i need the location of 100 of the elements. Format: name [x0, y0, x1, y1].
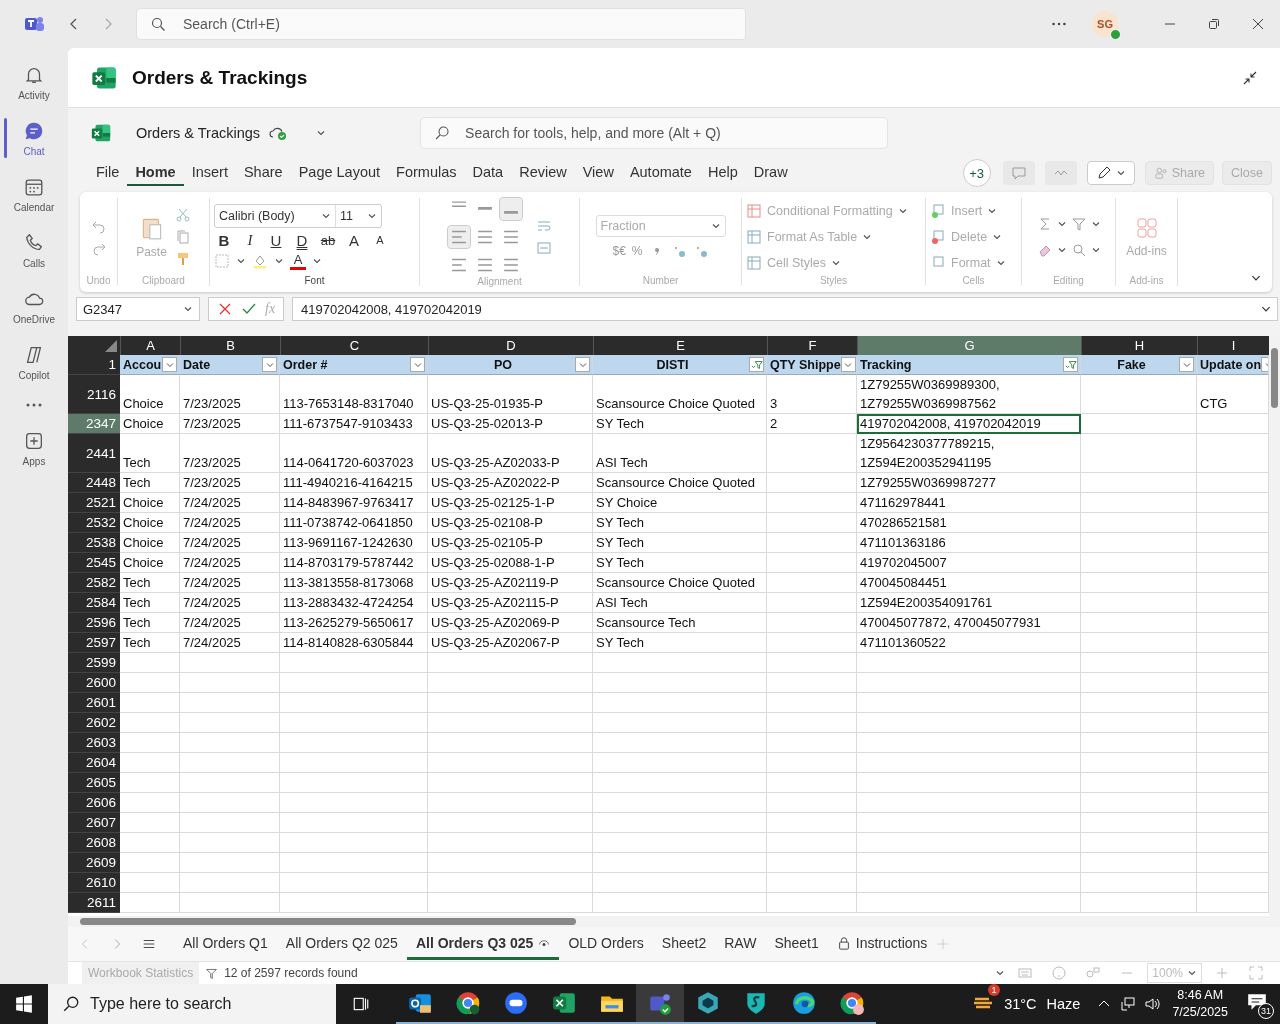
row-number[interactable]: 2441 [68, 434, 120, 473]
alignment-icon[interactable] [499, 198, 522, 220]
restore-icon[interactable] [1206, 16, 1222, 32]
sheet-tab[interactable]: Sheet2 [652, 928, 716, 960]
select-all-icon[interactable] [105, 340, 117, 352]
menu-tab[interactable]: Automate [621, 160, 700, 186]
row-number[interactable]: 2596 [68, 613, 120, 633]
row-number[interactable]: 2532 [68, 513, 120, 533]
more-apps-icon[interactable] [24, 402, 44, 408]
fill-color-icon[interactable] [252, 253, 268, 269]
menu-icon[interactable] [142, 937, 156, 951]
sheet-tab[interactable]: Instructions [827, 928, 937, 960]
merge-cells-icon[interactable] [535, 240, 552, 256]
menu-tab[interactable]: Help [699, 160, 746, 186]
row-number[interactable]: 2610 [68, 873, 120, 893]
row-number[interactable]: 2116 [68, 375, 120, 414]
sort-filter-icon[interactable] [1070, 215, 1087, 232]
menu-tab[interactable]: Home [127, 160, 184, 186]
row-number[interactable]: 2602 [68, 713, 120, 733]
taskbar-search-field[interactable]: Type here to search [48, 984, 336, 1024]
sheet-tab[interactable]: All Orders Q1 [174, 928, 277, 960]
clock-time[interactable]: 8:46 AM [1177, 987, 1224, 1004]
sheet-tab[interactable]: RAW [715, 928, 766, 960]
sheet-tab[interactable]: Sheet1 [765, 928, 828, 960]
wrap-text-icon[interactable] [535, 218, 552, 234]
more-options-icon[interactable] [1050, 21, 1068, 27]
menu-tab[interactable]: Page Layout [290, 160, 389, 186]
close-icon[interactable] [1250, 16, 1266, 32]
row-number[interactable]: 2608 [68, 833, 120, 853]
row-number[interactable]: 2605 [68, 773, 120, 793]
row-number[interactable]: 1 [68, 355, 120, 375]
filter-button[interactable] [1179, 357, 1194, 372]
clock-date[interactable]: 7/25/2025 [1172, 1004, 1228, 1021]
cut-icon[interactable] [174, 206, 191, 223]
menu-tab[interactable]: File [88, 160, 128, 186]
speaker-icon[interactable] [1144, 996, 1161, 1012]
menu-tab[interactable]: Draw [745, 160, 796, 186]
row-number[interactable]: 2347 [68, 414, 120, 434]
row-number[interactable]: 2603 [68, 733, 120, 753]
editing-mode-button[interactable] [1086, 161, 1135, 185]
row-number[interactable]: 2538 [68, 533, 120, 553]
filter-button[interactable] [749, 357, 764, 372]
windows-start-icon[interactable] [15, 995, 33, 1013]
rail-item[interactable]: Copilot [0, 334, 68, 390]
row-number[interactable]: 2604 [68, 753, 120, 773]
row-number[interactable]: 2521 [68, 493, 120, 513]
menu-tab[interactable]: Share [235, 160, 291, 186]
horizontal-scrollbar[interactable] [68, 916, 1280, 927]
rail-item[interactable]: OneDrive [0, 278, 68, 334]
row-number[interactable]: 2606 [68, 793, 120, 813]
row-number[interactable]: 2607 [68, 813, 120, 833]
filter-button[interactable] [410, 357, 425, 372]
menu-tab[interactable]: View [574, 160, 622, 186]
rail-item[interactable]: Calendar [0, 166, 68, 222]
feedback-icon[interactable] [1085, 965, 1102, 981]
sheet-tab[interactable]: All Orders Q2 025 [276, 928, 407, 960]
formula-field[interactable]: 419702042008, 419702042019 [292, 297, 1278, 321]
rail-item[interactable]: Activity [0, 54, 68, 110]
row-number[interactable]: 2448 [68, 473, 120, 493]
menu-tab[interactable]: Formulas [388, 160, 465, 186]
search-field[interactable]: Search for tools, help, and more (Alt + Q) [420, 117, 889, 149]
filter-button[interactable] [162, 357, 177, 372]
filter-button[interactable] [575, 357, 590, 372]
row-number[interactable]: 2611 [68, 893, 120, 913]
alignment-icon[interactable] [447, 226, 470, 248]
rail-item[interactable]: Chat [0, 110, 68, 166]
row-number[interactable]: 2597 [68, 633, 120, 653]
rail-item[interactable]: Apps [0, 420, 68, 476]
sheet-tab[interactable]: OLD Orders [559, 928, 653, 960]
menu-tab[interactable]: Data [464, 160, 512, 186]
row-number[interactable]: 2599 [68, 653, 120, 673]
column-header[interactable]: G [857, 336, 1081, 355]
cancel-icon[interactable] [217, 301, 233, 317]
row-number[interactable]: 2601 [68, 693, 120, 713]
menu-tab[interactable]: Review [511, 160, 575, 186]
collapse-icon[interactable] [1242, 69, 1258, 86]
rail-item[interactable]: Calls [0, 222, 68, 278]
row-number[interactable]: 2545 [68, 553, 120, 573]
row-number[interactable]: 2584 [68, 593, 120, 613]
user-avatar[interactable]: SG [1092, 11, 1118, 37]
search-field[interactable]: Search (Ctrl+E) [136, 8, 746, 40]
chevron-down-icon [183, 304, 193, 314]
collaborator-count[interactable]: +3 [962, 159, 991, 187]
filter-button[interactable] [262, 357, 277, 372]
row-number[interactable]: 2600 [68, 673, 120, 693]
search-icon[interactable] [1070, 241, 1087, 258]
row-number[interactable]: 2609 [68, 853, 120, 873]
comment-button[interactable] [1002, 161, 1035, 185]
filter-button[interactable] [840, 357, 856, 372]
chevron-down-icon [995, 968, 1006, 978]
filter-button[interactable] [1063, 357, 1078, 372]
name-box[interactable]: G2347 [76, 297, 200, 321]
menu-tab[interactable]: Insert [183, 160, 236, 186]
network-icon[interactable] [1120, 996, 1137, 1012]
help-icon[interactable] [1051, 965, 1068, 981]
task-view-icon[interactable] [352, 995, 370, 1013]
row-number[interactable]: 2582 [68, 573, 120, 593]
copy-icon[interactable] [174, 228, 191, 245]
sheet-tab[interactable]: All Orders Q3 025 [406, 928, 560, 960]
catch-up-button[interactable] [1044, 161, 1077, 185]
